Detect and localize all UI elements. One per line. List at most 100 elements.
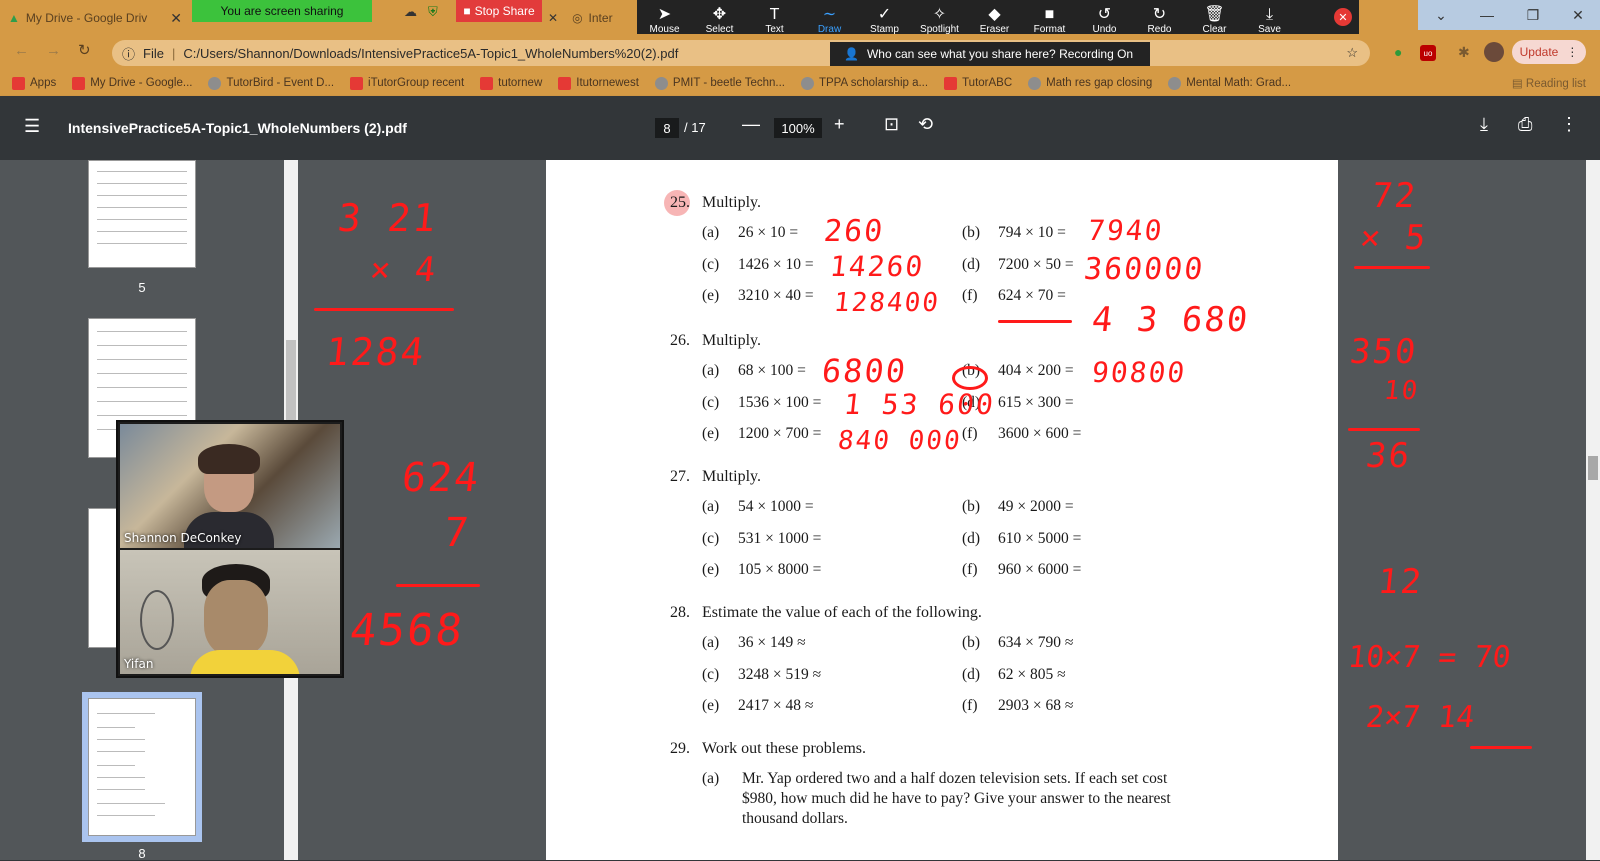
close-icon[interactable]: ✕ — [170, 10, 182, 27]
fit-page-icon[interactable]: ⊡ — [884, 114, 899, 135]
page-thumbnail-5[interactable] — [88, 160, 196, 268]
bookmark-7[interactable]: TPPA scholarship a... — [800, 76, 928, 90]
item-expression: 62 × 805 ≈ — [998, 665, 1066, 683]
recording-notice[interactable]: 👤 Who can see what you share here? Recor… — [830, 42, 1150, 66]
bookmark-label: TutorABC — [962, 77, 1013, 89]
close-annotation-icon[interactable]: ✕ — [1334, 8, 1352, 26]
word-problem-text: $980, how much did he have to pay? Give … — [742, 790, 1171, 807]
ublock-icon[interactable]: uo — [1420, 45, 1436, 61]
participant-video[interactable]: Yifan — [120, 550, 340, 674]
handwritten-number: 36 — [1363, 436, 1414, 476]
item-expression: 105 × 8000 = — [738, 561, 822, 579]
download-icon[interactable]: ⤓ — [1480, 114, 1488, 135]
tool-label: Redo — [1147, 23, 1172, 35]
bookmark-8[interactable]: TutorABC — [944, 76, 1013, 90]
item-expression: 615 × 300 = — [998, 393, 1074, 411]
forward-icon[interactable]: → — [46, 42, 61, 59]
bookmark-0[interactable]: Apps — [12, 76, 56, 90]
question-number: 27. — [670, 468, 690, 485]
bookmark-2[interactable]: TutorBird - Event D... — [208, 76, 334, 90]
google-drive-icon — [72, 76, 86, 90]
item-expression: 2903 × 68 ≈ — [998, 697, 1074, 715]
tool-label: Eraser — [979, 23, 1010, 35]
page-number-input[interactable]: 8 — [655, 118, 679, 138]
item-label: (b) — [962, 634, 981, 651]
question-title: Multiply. — [702, 194, 761, 211]
window-close-icon[interactable]: ✕ — [1556, 0, 1600, 30]
bookmark-label: PMIT - beetle Techn... — [672, 77, 785, 89]
rotate-icon[interactable]: ⟲ — [918, 114, 933, 135]
tool-label: Spotlight — [920, 23, 959, 35]
item-expression: 634 × 790 ≈ — [998, 634, 1074, 651]
handwritten-answer: 7940 — [1086, 214, 1166, 247]
word-problem-text: thousand dollars. — [742, 810, 848, 827]
extension-icon[interactable]: ● — [1394, 44, 1402, 60]
participant-video[interactable]: Shannon DeConkey — [120, 424, 340, 548]
question-number: 25. — [670, 194, 690, 211]
handwritten-number: 3 21 — [335, 196, 440, 240]
bookmark-6[interactable]: PMIT - beetle Techn... — [654, 76, 785, 90]
item-expression: 54 × 1000 = — [738, 498, 814, 515]
item-label: (c) — [702, 393, 720, 411]
item-label: (d) — [962, 255, 981, 273]
bookmark-3[interactable]: iTutorGroup recent — [350, 76, 464, 90]
handwritten-line — [1354, 266, 1430, 269]
screen-sharing-indicator: You are screen sharing — [192, 0, 372, 22]
zoom-level-input[interactable]: 100% — [774, 118, 822, 138]
item-expression: 36 × 149 ≈ — [738, 634, 806, 651]
profile-avatar[interactable] — [1484, 42, 1504, 62]
bookmark-10[interactable]: Mental Math: Grad... — [1168, 76, 1292, 90]
puzzle-icon[interactable]: ✱ — [1458, 44, 1470, 61]
more-options-icon[interactable]: ⋮ — [1560, 114, 1578, 135]
menu-icon: ⋮ — [1566, 45, 1579, 59]
share-status: You are screen sharing — [220, 4, 344, 18]
update-button[interactable]: Update ⋮ — [1512, 40, 1586, 64]
item-expression: 26 × 10 = — [738, 224, 799, 241]
tab-google-drive[interactable]: ▲ My Drive - Google Driv ✕ — [0, 2, 190, 34]
print-icon[interactable]: ⎙ — [1518, 114, 1532, 135]
minimize-icon[interactable]: — — [1464, 0, 1510, 30]
item-label: (e) — [702, 287, 720, 305]
bookmark-star-icon[interactable]: ☆ — [1346, 45, 1358, 61]
handwritten-number: 7 — [441, 510, 473, 556]
item-label: (b) — [962, 224, 981, 241]
bookmark-5[interactable]: Itutornewest — [558, 76, 639, 90]
page-thumbnail-8[interactable] — [88, 698, 196, 836]
bookmark-1[interactable]: My Drive - Google... — [72, 76, 192, 90]
tab-inter[interactable]: ✕ ◎ Inter — [540, 2, 630, 34]
zoom-out-icon[interactable]: — — [742, 114, 760, 135]
handwritten-answer: 260 — [822, 214, 887, 249]
zoom-in-icon[interactable]: + — [834, 114, 845, 135]
people-icon: 👤 — [844, 47, 859, 61]
reading-list[interactable]: ▤ Reading list — [1512, 76, 1586, 90]
zoom-video-panel[interactable]: Shannon DeConkey Yifan — [116, 420, 344, 678]
save-icon: ⤓ — [1265, 5, 1274, 23]
sidebar-menu-icon[interactable]: ☰ — [24, 116, 40, 137]
word-problem-text: Mr. Yap ordered two and a half dozen tel… — [742, 770, 1168, 787]
item-label: (c) — [702, 665, 720, 683]
handwritten-answer: 840 000 — [836, 426, 964, 456]
handwritten-answer: 4 3 680 — [1089, 300, 1252, 340]
handwritten-answer: 128400 — [832, 288, 942, 318]
item-label: (f) — [962, 425, 978, 443]
tab-search-icon[interactable]: ⌄ — [1418, 0, 1464, 30]
item-label: (c) — [702, 255, 720, 273]
question-title: Estimate the value of each of the follow… — [702, 604, 982, 621]
viewer-scrollbar[interactable] — [1586, 160, 1600, 860]
globe-icon — [654, 76, 668, 90]
pdf-title: IntensivePractice5A-Topic1_WholeNumbers … — [68, 120, 407, 136]
handwritten-line — [396, 584, 480, 587]
omnibox[interactable]: ⓘ File | C:/Users/Shannon/Downloads/Inte… — [112, 40, 1370, 66]
undo-icon: ↺ — [1097, 5, 1112, 23]
item-label: (b) — [962, 498, 981, 515]
stop-share-button[interactable]: ■ Stop Share — [456, 0, 542, 22]
bookmark-label: Mental Math: Grad... — [1186, 77, 1292, 89]
bookmark-9[interactable]: Math res gap closing — [1028, 76, 1152, 90]
item-label: (a) — [702, 634, 720, 651]
question-title: Multiply. — [702, 468, 761, 485]
back-icon[interactable]: ← — [14, 42, 29, 59]
reload-icon[interactable]: ↻ — [78, 41, 91, 59]
bookmark-4[interactable]: tutornew — [480, 76, 542, 90]
restore-icon[interactable]: ❐ — [1510, 0, 1556, 30]
close-icon[interactable]: ✕ — [548, 11, 558, 25]
